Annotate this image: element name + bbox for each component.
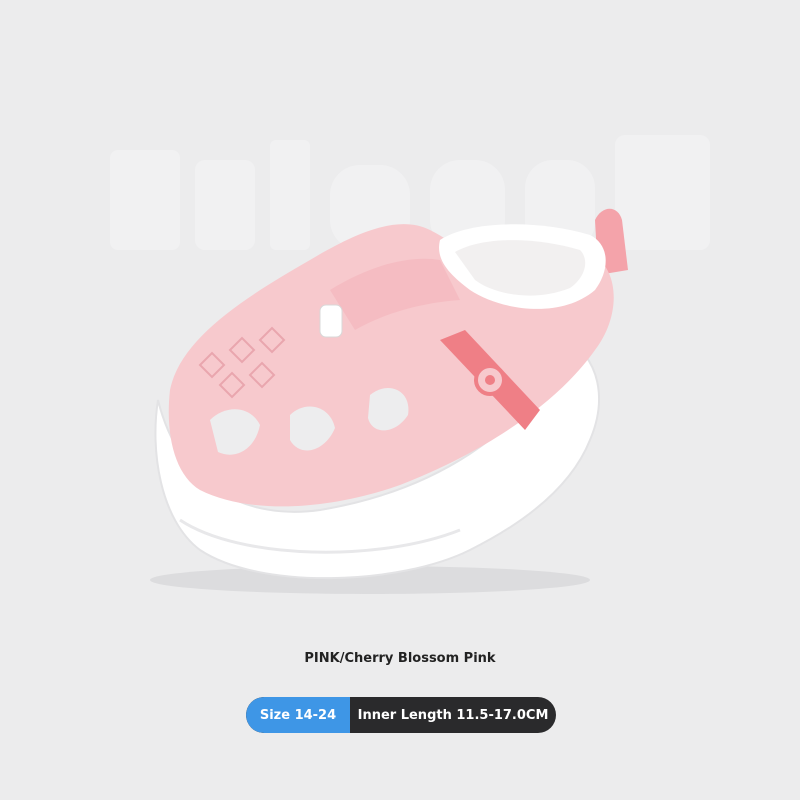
size-badge: Size 14-24 [246, 697, 350, 733]
product-image-stage: PINK/Cherry Blossom Pink Size 14-24 Inne… [0, 0, 800, 800]
size-info-pill: Size 14-24 Inner Length 11.5-17.0CM [246, 697, 556, 733]
inner-length-label: Inner Length 11.5-17.0CM [357, 707, 549, 723]
color-variant-label: PINK/Cherry Blossom Pink [304, 651, 496, 666]
baby-sandal-icon [150, 208, 628, 594]
